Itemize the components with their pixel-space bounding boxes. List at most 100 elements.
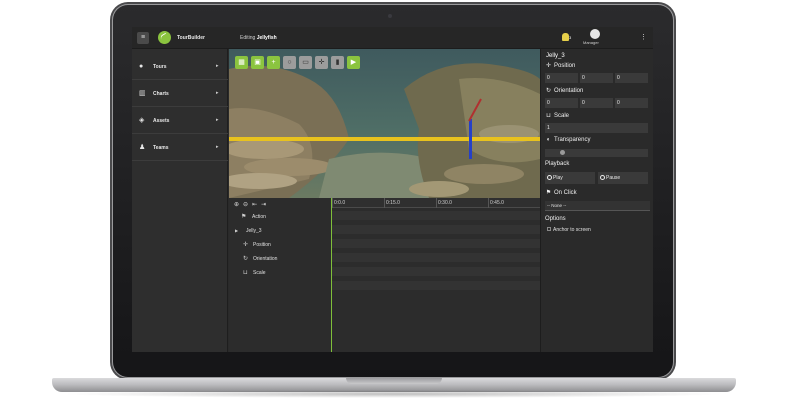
timeline-track[interactable] [332,281,540,290]
timeline-ruler[interactable]: 0:0.0 0:15.0 0:30.0 0:45.0 [332,198,540,208]
timeline-row-label: Scale [253,270,266,276]
object-title: Jelly_3 [546,53,565,59]
tick-label: 0:30.0 [438,200,452,206]
timeline-row-label: Jelly_3 [246,228,262,234]
chevron-right-icon: ▸ [216,90,219,96]
rotate-icon: ↻ [243,256,249,262]
timeline-playhead[interactable] [331,198,332,352]
app-name: TourBuilder [177,35,205,41]
save-icon[interactable]: ▣ [251,56,264,69]
playback-label: Playback [545,161,570,167]
sidebar: ● Tours ▸ ▥ Charts ▸ ◈ Assets ▸ ♟ Teams … [132,49,228,352]
timeline-zoom-controls: ⊕ ⊖ ⇤ ⇥ [234,201,266,208]
checkbox-box[interactable] [547,227,551,231]
avatar[interactable] [590,29,600,39]
laptop-shadow [60,390,728,398]
orientation-x-input[interactable] [545,98,578,108]
chevron-right-icon: ▸ [216,117,219,123]
scene-toolbar: ▦ ▣ + ○ ▭ ✛ ▮ ▶ [235,56,360,70]
file-icon[interactable]: ▮ [331,56,344,69]
properties-panel: Jelly_3 ✛ Position ↻ Orientation ⊔ Scale… [540,49,653,352]
add-icon[interactable]: + [267,56,280,69]
scene-viewport[interactable]: ▦ ▣ + ○ ▭ ✛ ▮ ▶ [229,49,540,198]
anchor-to-screen-checkbox[interactable]: Anchor to screen [547,227,591,233]
sidebar-item-tours[interactable]: ● Tours ▸ [132,53,228,80]
sidebar-item-assets[interactable]: ◈ Assets ▸ [132,107,228,134]
link-icon[interactable]: ▭ [299,56,312,69]
tick-line [332,198,333,208]
flag-icon: ⚑ [241,214,247,220]
expand-arrow-icon[interactable]: ▶ [235,228,238,233]
slider-knob[interactable] [559,150,565,155]
move-icon: ✛ [243,242,249,248]
circle-icon[interactable]: ○ [283,56,296,69]
timeline-track[interactable] [332,267,540,276]
timeline-row-jelly[interactable]: ▶ Jelly_3 [229,224,332,238]
position-label: Position [554,62,576,69]
chevron-right-icon: ▸ [216,144,219,150]
sidebar-item-label: Charts [153,91,169,97]
next-icon[interactable]: ▶ [347,56,360,69]
timeline-track[interactable] [332,225,540,234]
orientation-header: ↻ Orientation [545,87,583,95]
on-click-label: On Click [554,189,577,196]
on-click-select[interactable]: -- None -- [545,201,650,211]
options-header: Options [545,216,566,222]
circle-icon: ● [139,63,144,70]
zoom-out-icon[interactable]: ⊖ [243,201,248,208]
sidebar-item-teams[interactable]: ♟ Teams ▸ [132,134,228,161]
tick-line [436,198,437,208]
notification-button[interactable]: 3 [562,33,574,43]
transparency-slider[interactable] [545,149,648,157]
top-bar: ≡ TourBuilder Editing Jellyfish 3 Manage… [132,27,653,49]
zoom-in-icon[interactable]: ⊕ [234,201,239,208]
play-label: Play [553,175,563,181]
play-icon [547,175,552,180]
go-end-icon[interactable]: ⇥ [261,201,266,208]
pause-button[interactable]: Pause [598,172,648,184]
timeline-track[interactable] [332,211,540,220]
kebab-icon[interactable]: ⋮ [640,33,647,41]
options-label: Options [545,216,566,222]
pause-label: Pause [606,175,621,181]
asset-icon: ◈ [139,117,145,124]
timeline-track[interactable] [332,239,540,248]
layout-icon[interactable]: ▦ [235,56,248,69]
move-icon[interactable]: ✛ [315,56,328,69]
timeline-row-orientation[interactable]: ↻ Orientation [229,252,332,266]
timeline-row-label: Position [253,242,271,248]
editing-label: Editing Jellyfish [240,35,277,41]
on-click-selected: -- None -- [547,203,567,208]
anchor-label: Anchor to screen [553,227,591,233]
timeline-track[interactable] [332,253,540,262]
position-y-input[interactable] [580,73,613,83]
sidebar-item-charts[interactable]: ▥ Charts ▸ [132,80,228,107]
team-icon: ♟ [139,144,146,151]
timeline-track-names: ⊕ ⊖ ⇤ ⇥ ⚑ Action ▶ Jelly_3 ✛ Position ↻ … [229,198,332,352]
orientation-y-input[interactable] [580,98,613,108]
orientation-z-input[interactable] [615,98,648,108]
transparency-label: Transparency [554,137,591,143]
timeline-panel: ⊕ ⊖ ⇤ ⇥ ⚑ Action ▶ Jelly_3 ✛ Position ↻ … [229,198,540,352]
laptop-camera [388,14,392,18]
laptop-notch [346,378,442,384]
timeline-row-action[interactable]: ⚑ Action [229,210,332,224]
transparency-icon: ◐ [546,137,551,143]
scale-icon: ⊔ [546,113,551,119]
editing-prefix: Editing [240,35,256,41]
scale-input[interactable] [545,123,648,133]
menu-icon[interactable]: ≡ [137,32,149,44]
timeline-row-position[interactable]: ✛ Position [229,238,332,252]
bar-chart-icon: ▥ [139,90,146,97]
timeline-row-scale[interactable]: ⊔ Scale [229,266,332,280]
position-x-input[interactable] [545,73,578,83]
position-z-input[interactable] [615,73,648,83]
scale-icon: ⊔ [243,270,248,276]
logo-icon [158,31,171,44]
play-button[interactable]: Play [545,172,595,184]
timeline-row-label: Action [252,214,266,220]
go-start-icon[interactable]: ⇤ [252,201,257,208]
chevron-right-icon: ▸ [216,63,219,69]
flag-icon: ⚑ [545,190,552,196]
user-role: Manager [583,40,599,45]
